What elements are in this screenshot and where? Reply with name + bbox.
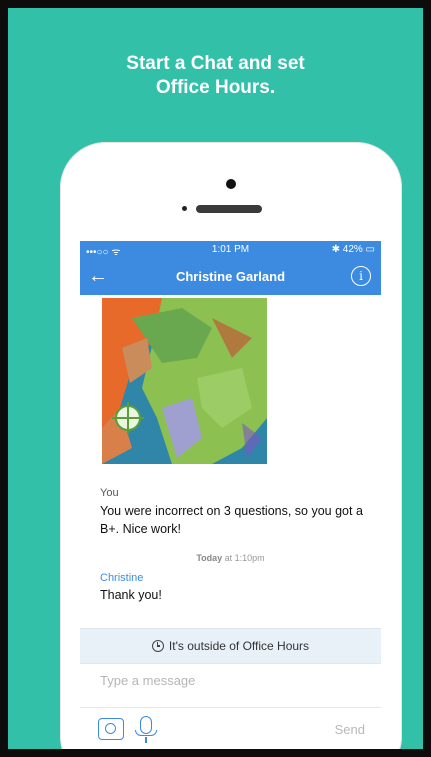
- proximity-sensor: [182, 206, 187, 211]
- message-sender: Christine: [100, 572, 144, 584]
- promo-background: Start a Chat and set Office Hours. •••○○…: [8, 8, 423, 749]
- message-timestamp: Today at 1:10pm: [80, 553, 381, 563]
- promo-headline: Start a Chat and set Office Hours.: [8, 52, 423, 100]
- message-input[interactable]: Type a message: [100, 673, 360, 688]
- earpiece-speaker: [196, 205, 262, 213]
- timestamp-day: Today: [196, 553, 223, 563]
- map-image-attachment[interactable]: [102, 298, 267, 464]
- message-text: Thank you!: [100, 588, 162, 602]
- office-hours-text: It's outside of Office Hours: [168, 639, 310, 653]
- office-hours-banner: It's outside of Office Hours: [80, 628, 381, 664]
- status-bar: •••○○ ᯤ 1:01 PM ✱ 42% ▭: [80, 241, 381, 259]
- chat-title: Christine Garland: [175, 269, 286, 284]
- message-sender: You: [100, 487, 119, 499]
- composer-divider: [80, 707, 381, 708]
- headline-line-1: Start a Chat and set: [126, 53, 305, 74]
- chat-header: ← Christine Garland i: [80, 259, 381, 295]
- headline-line-2: Office Hours.: [155, 77, 276, 98]
- phone-screen: •••○○ ᯤ 1:01 PM ✱ 42% ▭ ← Christine Garl…: [80, 241, 381, 749]
- map-illustration: [102, 298, 267, 464]
- timestamp-time: at 1:10pm: [222, 553, 265, 563]
- microphone-icon[interactable]: [135, 716, 157, 743]
- camera-icon[interactable]: [98, 718, 124, 740]
- battery-indicator: ✱ 42% ▭: [331, 244, 375, 255]
- info-icon[interactable]: i: [351, 266, 371, 286]
- clock-icon: [151, 640, 164, 652]
- message-text: You were incorrect on 3 questions, so yo…: [100, 504, 363, 536]
- phone-frame: •••○○ ᯤ 1:01 PM ✱ 42% ▭ ← Christine Garl…: [60, 142, 402, 749]
- front-camera: [226, 179, 236, 189]
- send-button[interactable]: Send: [335, 722, 365, 737]
